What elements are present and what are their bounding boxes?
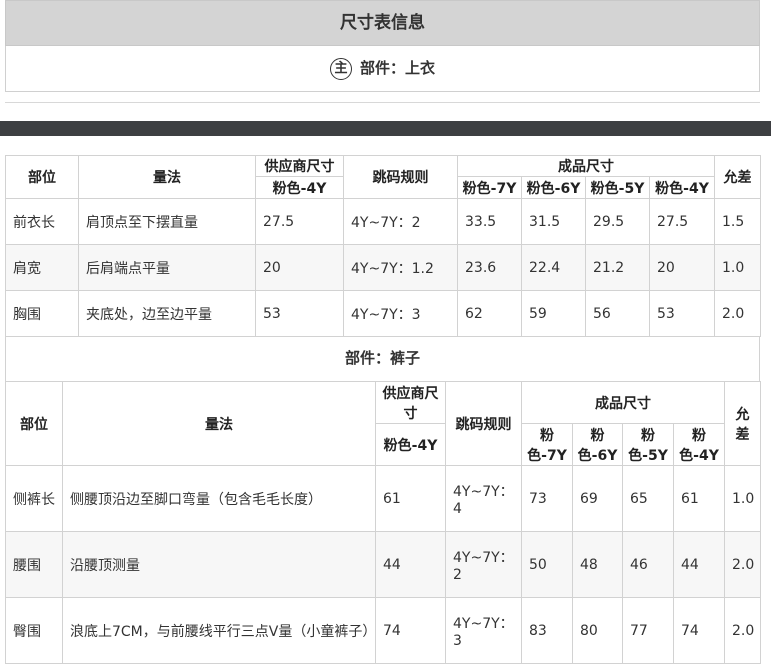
col-supplier-size: 粉色-4Y <box>255 176 344 199</box>
cell: 肩宽 <box>5 244 79 291</box>
main-badge-icon: 主 <box>329 57 352 80</box>
col-tolerance: 允差 <box>724 381 761 466</box>
cell: 53 <box>255 290 344 337</box>
cell: 沿腰顶测量 <box>62 531 376 598</box>
col-tolerance: 允差 <box>714 155 761 199</box>
size-table-top: 部位 量法 供应商尺寸 跳码规则 成品尺寸 允差 粉色-4Y 粉色-7Y 粉色-… <box>5 155 761 337</box>
cell: 44 <box>673 531 725 598</box>
cell: 4Y~7Y：3 <box>445 597 522 664</box>
col-size: 粉色-5Y <box>585 176 650 199</box>
cell: 4Y~7Y：3 <box>343 290 458 337</box>
col-size: 粉色-6Y <box>572 423 623 466</box>
cell: 48 <box>572 531 623 598</box>
cell: 1.5 <box>714 198 761 245</box>
cell: 1.0 <box>714 244 761 291</box>
cell: 2.0 <box>714 290 761 337</box>
cell: 73 <box>521 465 573 532</box>
cell: 20 <box>649 244 715 291</box>
cell: 77 <box>622 597 674 664</box>
divider <box>5 102 760 103</box>
col-size: 粉色-5Y <box>622 423 674 466</box>
cell: 27.5 <box>255 198 344 245</box>
cell: 53 <box>649 290 715 337</box>
cell: 4Y~7Y：2 <box>445 531 522 598</box>
cell: 4Y~7Y：2 <box>343 198 458 245</box>
table-row: 腰围 沿腰顶测量 44 4Y~7Y：2 50 48 46 44 2.0 <box>5 531 761 598</box>
cell: 46 <box>622 531 674 598</box>
cell: 29.5 <box>585 198 650 245</box>
cell: 肩顶点至下摆直量 <box>78 198 256 245</box>
col-size: 粉色-4Y <box>649 176 715 199</box>
cell: 56 <box>585 290 650 337</box>
part-label-bottom: 部件：裤子 <box>5 336 760 381</box>
col-grading: 跳码规则 <box>343 155 458 199</box>
cell: 2.0 <box>724 597 761 664</box>
table-row: 前衣长 肩顶点至下摆直量 27.5 4Y~7Y：2 33.5 31.5 29.5… <box>5 198 761 245</box>
cell: 20 <box>255 244 344 291</box>
cell: 27.5 <box>649 198 715 245</box>
col-part: 部位 <box>5 381 63 466</box>
cell: 31.5 <box>521 198 586 245</box>
col-size: 粉色-4Y <box>673 423 725 466</box>
part-label-top: 主部件：上衣 <box>5 46 760 92</box>
table-row: 臀围 浪底上7CM，与前腰线平行三点V量（小童裤子） 74 4Y~7Y：3 83… <box>5 597 761 664</box>
table-row: 侧裤长 侧腰顶沿边至脚口弯量（包含毛毛长度） 61 4Y~7Y：4 73 69 … <box>5 465 761 532</box>
col-supplier-size: 粉色-4Y <box>375 423 446 466</box>
cell: 80 <box>572 597 623 664</box>
cell: 21.2 <box>585 244 650 291</box>
cell: 62 <box>457 290 522 337</box>
col-supplier: 供应商尺寸 <box>375 381 446 424</box>
cell: 59 <box>521 290 586 337</box>
cell: 2.0 <box>724 531 761 598</box>
cell: 4Y~7Y：1.2 <box>343 244 458 291</box>
table-row: 肩宽 后肩端点平量 20 4Y~7Y：1.2 23.6 22.4 21.2 20… <box>5 244 761 291</box>
cell: 胸围 <box>5 290 79 337</box>
page-title: 尺寸表信息 <box>5 0 760 46</box>
cell: 83 <box>521 597 573 664</box>
col-method: 量法 <box>78 155 256 199</box>
col-part: 部位 <box>5 155 79 199</box>
cell: 74 <box>375 597 446 664</box>
size-table-bottom: 部位 量法 供应商尺寸 跳码规则 成品尺寸 允差 粉色-4Y 粉色-7Y 粉色-… <box>5 381 761 664</box>
cell: 后肩端点平量 <box>78 244 256 291</box>
col-finished: 成品尺寸 <box>521 381 725 424</box>
cell: 61 <box>375 465 446 532</box>
cell: 腰围 <box>5 531 63 598</box>
col-supplier: 供应商尺寸 <box>255 155 344 177</box>
col-method: 量法 <box>62 381 376 466</box>
cell: 65 <box>622 465 674 532</box>
cell: 侧腰顶沿边至脚口弯量（包含毛毛长度） <box>62 465 376 532</box>
cell: 臀围 <box>5 597 63 664</box>
cell: 33.5 <box>457 198 522 245</box>
col-size: 粉色-7Y <box>521 423 573 466</box>
cell: 50 <box>521 531 573 598</box>
col-grading: 跳码规则 <box>445 381 522 466</box>
cell: 23.6 <box>457 244 522 291</box>
dark-divider-bar <box>0 121 771 136</box>
table-row: 胸围 夹底处，边至边平量 53 4Y~7Y：3 62 59 56 53 2.0 <box>5 290 761 337</box>
cell: 夹底处，边至边平量 <box>78 290 256 337</box>
cell: 1.0 <box>724 465 761 532</box>
cell: 69 <box>572 465 623 532</box>
cell: 74 <box>673 597 725 664</box>
col-finished: 成品尺寸 <box>457 155 715 177</box>
cell: 61 <box>673 465 725 532</box>
cell: 44 <box>375 531 446 598</box>
cell: 前衣长 <box>5 198 79 245</box>
cell: 浪底上7CM，与前腰线平行三点V量（小童裤子） <box>62 597 376 664</box>
col-size: 粉色-6Y <box>521 176 586 199</box>
cell: 22.4 <box>521 244 586 291</box>
part-top-text: 部件：上衣 <box>359 59 435 77</box>
cell: 侧裤长 <box>5 465 63 532</box>
cell: 4Y~7Y：4 <box>445 465 522 532</box>
col-size: 粉色-7Y <box>457 176 522 199</box>
